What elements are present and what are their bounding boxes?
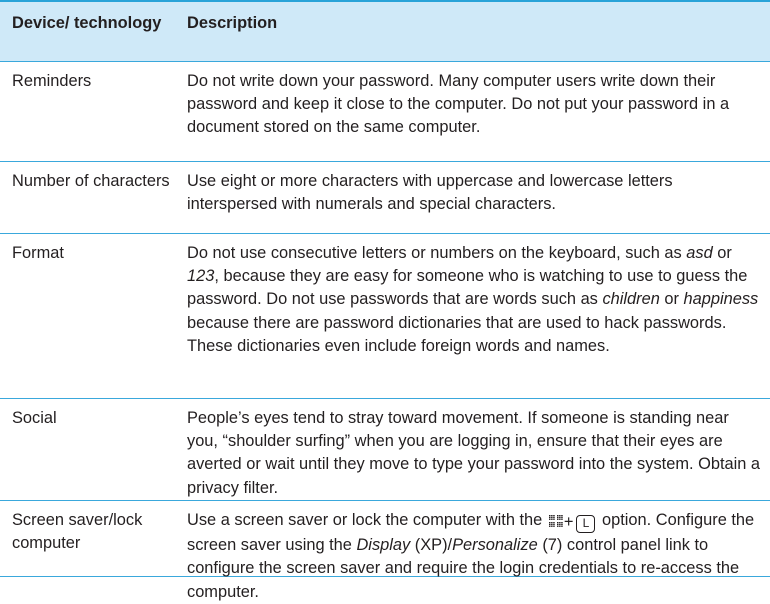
device-label: Social [12,409,57,427]
device-cell: Social [0,399,187,500]
table-row: Screen saver/lock computer Use a screen … [0,501,770,601]
description-text: Use a screen saver or lock the computer … [187,511,547,529]
device-cell: Number of characters [0,162,187,233]
description-cell: People’s eyes tend to stray toward movem… [187,399,770,500]
device-label: Number of characters [12,172,170,190]
description-text: Use eight or more characters with upperc… [187,172,673,214]
description-text: People’s eyes tend to stray toward movem… [187,409,761,497]
description-cell: Do not use consecutive letters or number… [187,234,770,398]
device-label: Screen saver/lock computer [12,511,143,553]
device-cell: Screen saver/lock computer [0,501,187,576]
description-emphasis: 123 [187,267,215,286]
table-header-row: Device/ technology Description [0,2,770,62]
description-emphasis: Personalize [452,536,538,555]
table-row: Number of characters Use eight or more c… [0,162,770,234]
windows-logo-icon [548,515,563,527]
table-row: Format Do not use consecutive letters or… [0,234,770,399]
description-text: Do not write down your password. Many co… [187,72,730,137]
windows-l-key-combo: + L [548,511,596,534]
device-label: Format [12,244,64,262]
password-security-table: Device/ technology Description Reminders… [0,0,770,601]
description-emphasis: Display [356,536,411,555]
description-text: (XP)/ [410,536,453,555]
header-description: Description [187,2,770,61]
table-row: Social People’s eyes tend to stray towar… [0,399,770,501]
description-emphasis: happiness [683,290,759,309]
description-cell: Use a screen saver or lock the computer … [187,501,770,601]
table-row: Reminders Do not write down your passwor… [0,62,770,162]
description-text: because there are password dictionaries … [187,313,727,355]
description-text: or [659,290,684,309]
device-cell: Reminders [0,62,187,161]
description-cell: Use eight or more characters with upperc… [187,162,770,233]
description-text: Do not use consecutive letters or number… [187,244,687,262]
device-label: Reminders [12,72,92,90]
device-cell: Format [0,234,187,398]
keyboard-key-icon: L [576,515,596,533]
header-device-technology-label: Device/ technology [12,14,162,32]
header-device-technology: Device/ technology [0,2,187,61]
plus-sign: + [563,513,574,531]
description-cell: Do not write down your password. Many co… [187,62,770,161]
header-description-label: Description [187,14,278,32]
description-emphasis: children [602,290,660,309]
description-text: or [712,244,732,262]
description-emphasis: asd [686,244,713,262]
